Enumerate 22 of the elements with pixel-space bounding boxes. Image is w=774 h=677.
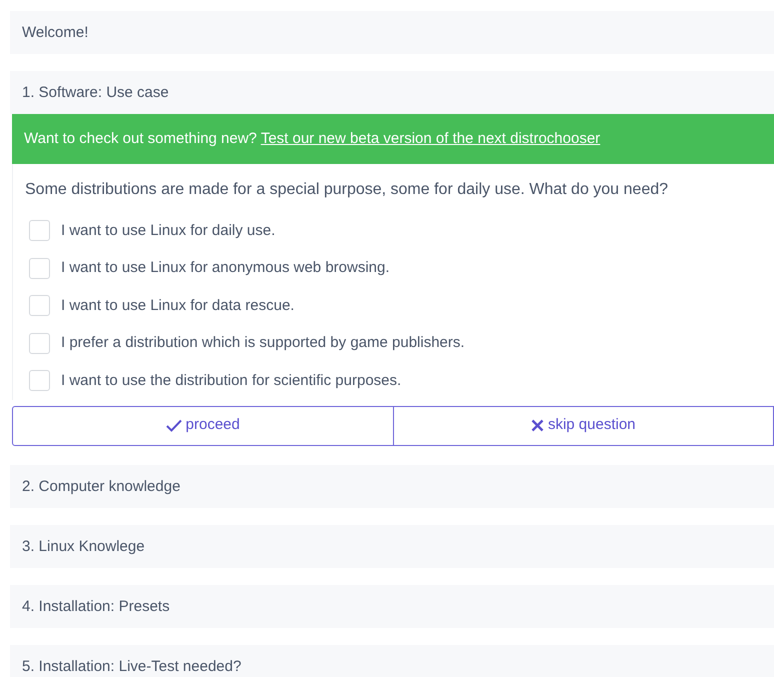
section-header[interactable]: 2. Computer knowledge [10, 464, 774, 508]
checkbox[interactable] [29, 258, 50, 279]
banner-text: Want to check out something new? [24, 130, 257, 147]
option-label: I want to use the distribution for scientific purposes. [61, 370, 402, 390]
section-header[interactable]: Welcome! [10, 11, 774, 54]
skip-button[interactable]: skip question [394, 406, 774, 446]
checkbox[interactable] [29, 332, 50, 354]
question-text: Some distributions are made for a special purpose, some for daily use. What do you need? [25, 180, 670, 200]
checkbox[interactable] [29, 295, 50, 316]
section-header[interactable]: 1. Software: Use case [10, 71, 774, 114]
close-icon [530, 419, 544, 432]
option-label: I want to use Linux for anonymous web browsing. [61, 258, 390, 278]
section-header[interactable]: 4. Installation: Presets [10, 584, 774, 628]
section-header[interactable]: 5. Installation: Live-Test needed? [10, 644, 774, 677]
proceed-button[interactable]: proceed [12, 406, 394, 446]
checkbox[interactable] [29, 220, 50, 242]
section-header[interactable]: 3. Linux Knowlege [10, 524, 774, 568]
option-label: I want to use Linux for data rescue. [61, 296, 294, 316]
option-label: I prefer a distribution which is supported by game publishers. [61, 333, 465, 353]
option-label: I want to use Linux for daily use. [61, 220, 276, 240]
checkbox[interactable] [29, 370, 50, 392]
check-icon [166, 419, 182, 432]
